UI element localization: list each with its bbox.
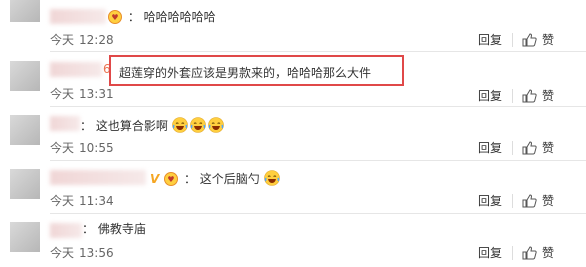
laughing-with-tears-icon: [207, 117, 224, 133]
user-name-blurred[interactable]: [50, 62, 102, 77]
comment-colon: ：: [80, 119, 93, 133]
laughing-with-tears-icon: [171, 117, 188, 133]
badge-icon: ♥: [164, 172, 179, 186]
reply-button[interactable]: 回复: [478, 139, 502, 156]
thumb-up-icon: [522, 32, 537, 46]
thumb-up-icon: [522, 193, 537, 207]
comment-line: ♥ ： 哈哈哈哈哈哈: [108, 10, 216, 25]
time-clock: 11:34: [79, 194, 114, 208]
reply-button[interactable]: 回复: [478, 31, 502, 48]
user-name-blurred[interactable]: [50, 9, 106, 24]
laughing-with-tears-icon: [189, 117, 206, 133]
svg-text:♥: ♥: [111, 13, 118, 22]
highlight-box: [109, 55, 404, 86]
like-button[interactable]: 赞: [512, 244, 554, 261]
avatar[interactable]: [10, 0, 40, 22]
like-label: 赞: [542, 89, 555, 103]
like-button[interactable]: 赞: [512, 139, 554, 156]
comment-line: V ♥ ： 这个后脑勺: [150, 170, 282, 187]
comment-time: 今天 13:56: [50, 244, 114, 261]
divider: [50, 213, 586, 214]
comment-colon: ：: [82, 222, 95, 236]
user-name-blurred[interactable]: [50, 223, 82, 238]
divider: [50, 51, 586, 52]
thumb-up-icon: [522, 245, 537, 259]
thumb-up-icon: [522, 88, 537, 102]
like-label: 赞: [542, 194, 555, 208]
user-name-blurred[interactable]: [50, 116, 80, 131]
avatar[interactable]: [10, 222, 40, 252]
laughing-with-tears-icon: [263, 170, 280, 186]
reply-button[interactable]: 回复: [478, 192, 502, 209]
like-label: 赞: [542, 246, 555, 260]
avatar[interactable]: [10, 169, 40, 199]
comment-time: 今天 11:34: [50, 192, 114, 209]
time-date: 今天: [50, 194, 75, 208]
time-clock: 10:55: [79, 141, 114, 155]
divider: [50, 160, 586, 161]
action-separator: [512, 32, 513, 47]
comment-text: 佛教寺庙: [97, 222, 146, 236]
action-separator: [512, 193, 513, 208]
comment-time: 今天 12:28: [50, 31, 114, 48]
time-date: 今天: [50, 33, 75, 47]
comment-colon: ：: [127, 10, 140, 24]
avatar[interactable]: [10, 61, 40, 91]
time-clock: 13:56: [79, 246, 114, 260]
avatar[interactable]: [10, 115, 40, 145]
comment-time: 今天 10:55: [50, 139, 114, 156]
badge-icon: ♥: [108, 10, 122, 24]
like-label: 赞: [542, 141, 555, 155]
comment-text: 这也算合影啊: [95, 119, 168, 133]
like-button[interactable]: 赞: [512, 31, 554, 48]
like-label: 赞: [542, 33, 555, 47]
comment-text: 哈哈哈哈哈哈: [143, 10, 216, 24]
like-button[interactable]: 赞: [512, 87, 554, 104]
comment-line: ： 佛教寺庙: [82, 222, 146, 237]
divider: [50, 106, 586, 107]
time-clock: 12:28: [79, 33, 114, 47]
time-date: 今天: [50, 246, 75, 260]
reply-button[interactable]: 回复: [478, 244, 502, 261]
time-date: 今天: [50, 141, 75, 155]
time-clock: 13:31: [79, 87, 114, 101]
comment-line: ： 这也算合影啊: [80, 117, 226, 134]
user-name-blurred[interactable]: [50, 170, 146, 185]
action-separator: [512, 140, 513, 155]
comment-time: 今天 13:31: [50, 85, 114, 102]
vip-badge[interactable]: V: [150, 172, 159, 187]
comment-colon: ：: [183, 172, 196, 186]
comment-text: 这个后脑勺: [199, 172, 260, 186]
time-date: 今天: [50, 87, 75, 101]
svg-text:♥: ♥: [168, 175, 175, 184]
action-separator: [512, 245, 513, 260]
comment-list: ♥ ： 哈哈哈哈哈哈 今天 12:28 回复 赞 6 超莲穿的外套应该是男款来的，…: [0, 0, 586, 267]
action-separator: [512, 88, 513, 103]
thumb-up-icon: [522, 140, 537, 154]
like-button[interactable]: 赞: [512, 192, 554, 209]
reply-button[interactable]: 回复: [478, 87, 502, 104]
